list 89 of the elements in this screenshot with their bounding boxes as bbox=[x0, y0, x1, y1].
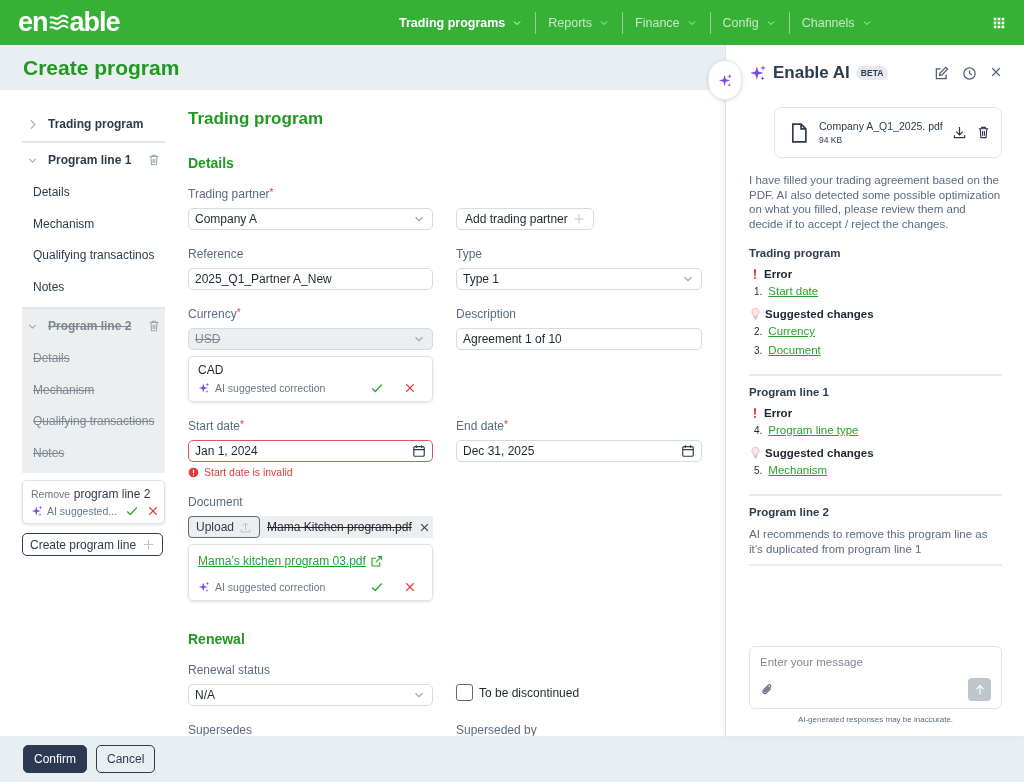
file-size: 94 KB bbox=[819, 135, 844, 145]
sparkle-icon bbox=[198, 382, 210, 394]
upload-icon bbox=[239, 520, 253, 534]
select-field[interactable]: N/A bbox=[188, 684, 433, 706]
select-field[interactable]: Company A bbox=[188, 208, 433, 230]
field-label: Description bbox=[456, 307, 518, 323]
confirm-button[interactable]: Confirm bbox=[23, 745, 87, 773]
sparkle-icon bbox=[31, 505, 43, 517]
suggestion-note: AI suggested correction bbox=[215, 581, 327, 593]
lightbulb-icon bbox=[749, 446, 762, 459]
file-name: Mama Kitchen program.pdf bbox=[267, 520, 412, 534]
form-title: Trading program bbox=[188, 109, 325, 129]
suggestion-action: Remove bbox=[31, 488, 71, 500]
field-label: End date* bbox=[456, 419, 509, 435]
accept-icon[interactable] bbox=[370, 580, 384, 594]
field-label: Type bbox=[456, 247, 483, 263]
group-heading: Error bbox=[764, 407, 793, 419]
sidebar-item[interactable]: Mechanism bbox=[22, 208, 165, 240]
checkbox-label: To be discontinued bbox=[479, 685, 580, 700]
group-heading: Suggested changes bbox=[765, 307, 874, 320]
ai-message: I have filled your trading agreement based on the PDF. AI also detected some possible optimization on what you filled, please review them and decide if to accept / reject the changes. bbox=[749, 173, 1002, 231]
section-heading: Program line 1 bbox=[749, 386, 830, 398]
sparkle-icon bbox=[749, 64, 767, 82]
error-message: Start date is invalid bbox=[204, 466, 293, 478]
calendar-icon bbox=[412, 444, 426, 458]
field-label: Supersedes bbox=[188, 723, 254, 736]
section-heading: Trading program bbox=[749, 247, 842, 259]
sidebar-group[interactable]: Program line 1 bbox=[48, 153, 147, 167]
field-label: Trading partner* bbox=[188, 187, 275, 203]
list-number: 1. bbox=[754, 286, 763, 297]
accept-icon[interactable] bbox=[125, 504, 140, 518]
sparkle-icon bbox=[198, 581, 210, 593]
list-number: 4. bbox=[754, 425, 763, 436]
plus-icon bbox=[142, 538, 156, 551]
sparkle-icon bbox=[717, 72, 733, 88]
issue-link[interactable]: Currency bbox=[768, 325, 815, 337]
reject-icon[interactable] bbox=[147, 505, 160, 517]
panel-title: Enable AI bbox=[773, 63, 850, 83]
list-number: 5. bbox=[754, 465, 763, 476]
section-heading: Renewal bbox=[188, 631, 246, 647]
section-heading: Details bbox=[188, 155, 235, 171]
input-field[interactable]: Agreement 1 of 10 bbox=[456, 328, 702, 350]
sidebar-item[interactable]: Notes bbox=[22, 271, 165, 303]
date-field[interactable]: Jan 1, 2024 bbox=[188, 440, 433, 462]
suggestion-target: program line 2 bbox=[73, 487, 151, 501]
field-label: Reference bbox=[188, 247, 245, 263]
suggestion-note: AI suggested... bbox=[47, 505, 118, 517]
upload-button[interactable]: Upload bbox=[188, 516, 261, 538]
field-label: Start date* bbox=[188, 419, 245, 435]
checkbox[interactable] bbox=[456, 684, 473, 701]
download-icon[interactable] bbox=[951, 125, 967, 140]
page-title: Create program bbox=[23, 55, 180, 80]
alert-icon bbox=[188, 466, 199, 478]
field-label: Currency* bbox=[188, 307, 242, 323]
group-heading: Suggested changes bbox=[765, 446, 874, 459]
input-field[interactable]: 2025_Q1_Partner A_New bbox=[188, 268, 433, 290]
close-icon[interactable] bbox=[990, 65, 1002, 78]
sidebar-item[interactable]: Details bbox=[22, 177, 165, 209]
calendar-icon bbox=[681, 444, 695, 458]
sidebar-group[interactable]: Trading program bbox=[48, 117, 161, 131]
sidebar-item[interactable]: Qualifying transactinos bbox=[22, 240, 165, 272]
suggested-value: CAD bbox=[198, 363, 225, 377]
apps-grid-icon[interactable] bbox=[992, 15, 1006, 30]
cancel-button[interactable]: Cancel bbox=[96, 745, 156, 773]
remove-icon[interactable] bbox=[418, 521, 430, 533]
history-icon[interactable] bbox=[962, 65, 977, 81]
file-name: Company A_Q1_2025. pdf bbox=[819, 120, 943, 132]
list-number: 3. bbox=[754, 345, 763, 356]
select-field[interactable]: Type 1 bbox=[456, 268, 702, 290]
lightbulb-icon bbox=[749, 307, 762, 320]
external-link-icon[interactable] bbox=[369, 554, 383, 568]
suggestion-note: AI suggested correction bbox=[215, 382, 327, 394]
edit-icon[interactable] bbox=[934, 65, 949, 81]
group-heading: Error bbox=[764, 268, 793, 280]
date-field[interactable]: Dec 31, 2025 bbox=[456, 440, 702, 462]
reject-icon[interactable] bbox=[404, 581, 416, 593]
field-label: Renewal status bbox=[188, 663, 272, 679]
reject-icon[interactable] bbox=[404, 382, 416, 394]
ai-message: AI recommends to remove this program line as it’s duplicated from program line 1 bbox=[749, 527, 989, 556]
accept-icon[interactable] bbox=[370, 381, 384, 395]
section-heading: Program line 2 bbox=[749, 506, 830, 518]
field-label: Superseded by bbox=[456, 723, 538, 736]
beta-badge: BETA bbox=[855, 66, 889, 80]
field-label: Document bbox=[188, 495, 244, 511]
plus-icon bbox=[572, 213, 585, 225]
add-partner-button[interactable]: Add trading partner bbox=[456, 208, 594, 230]
list-number: 2. bbox=[754, 326, 763, 337]
create-program-line-button[interactable]: Create program line bbox=[22, 533, 164, 556]
disclaimer: AI-generated responses may be inaccurate. bbox=[796, 715, 955, 724]
